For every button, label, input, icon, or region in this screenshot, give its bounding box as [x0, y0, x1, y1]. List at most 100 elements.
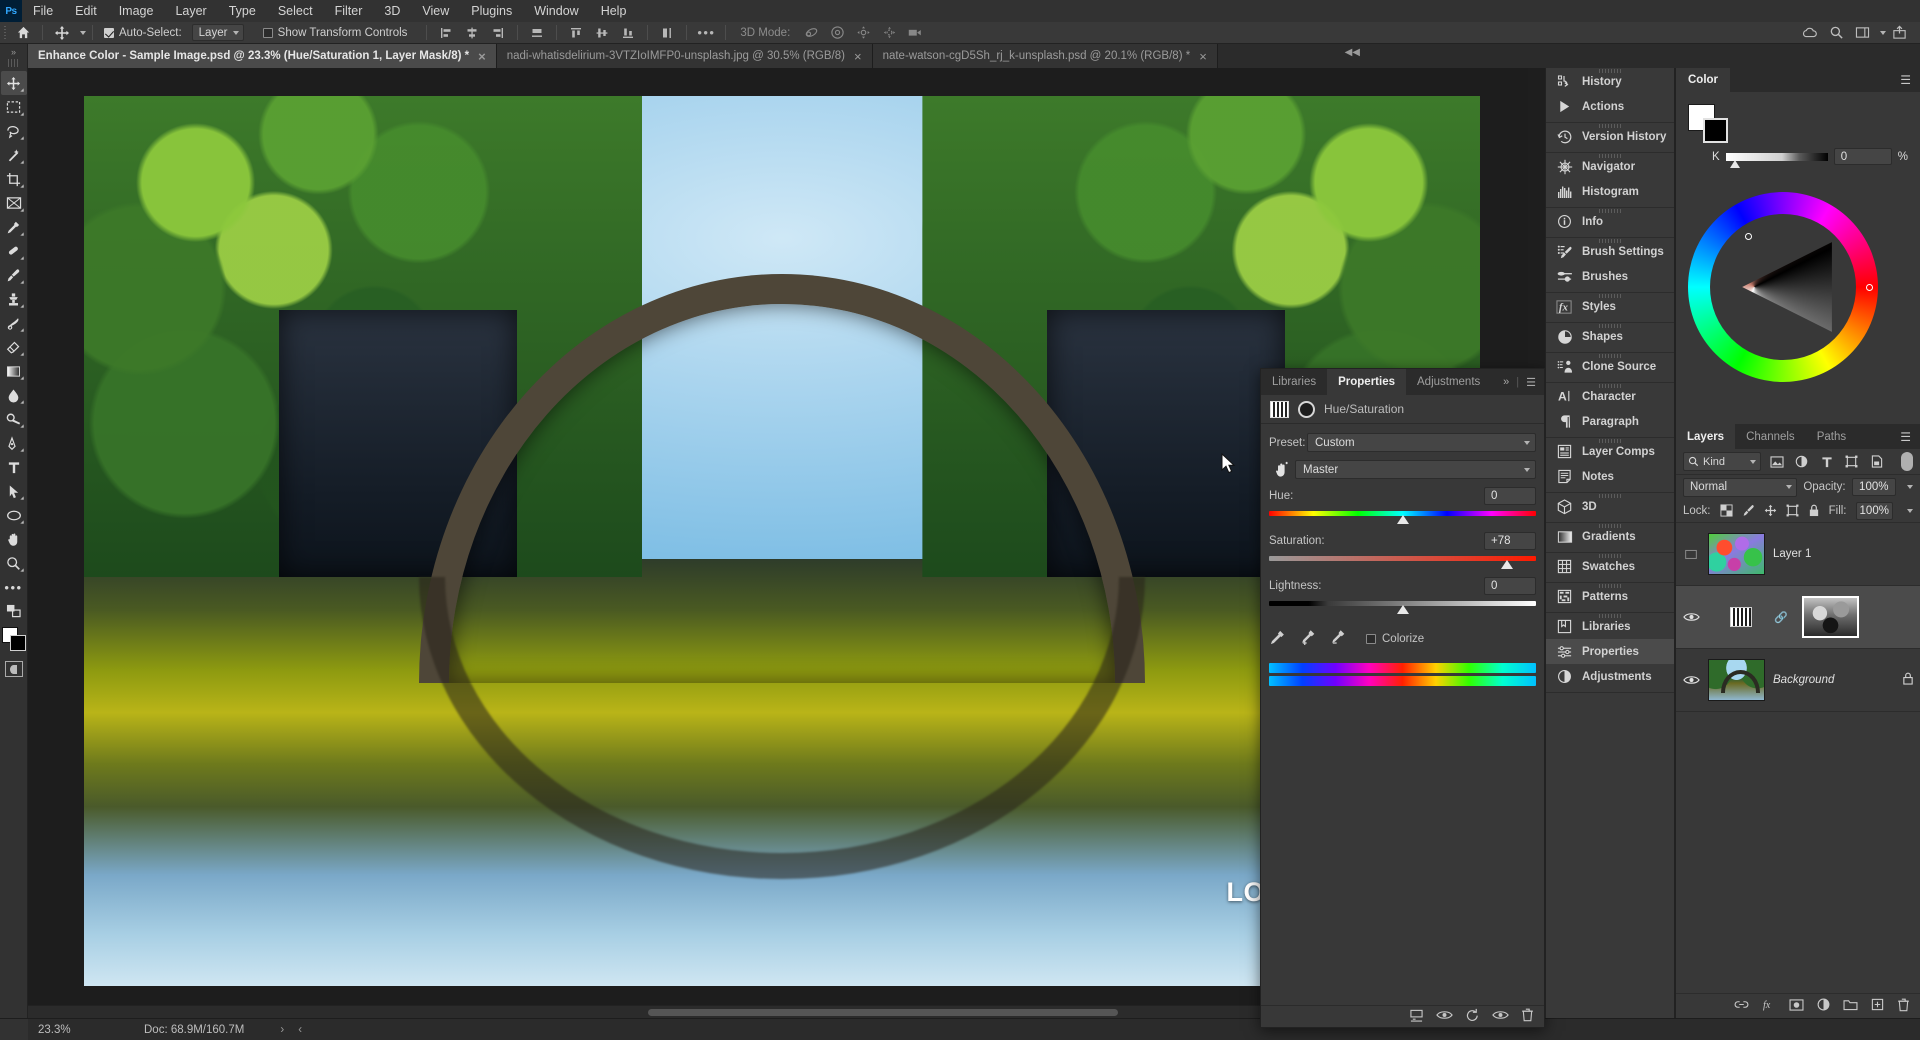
align-left-edges-icon[interactable] [433, 22, 459, 44]
menu-layer[interactable]: Layer [164, 0, 217, 22]
panel-menu-icon[interactable]: ☰ [1900, 424, 1920, 449]
align-right-edges-icon[interactable] [485, 22, 511, 44]
menu-plugins[interactable]: Plugins [460, 0, 523, 22]
saturation-slider-thumb[interactable] [1500, 560, 1513, 569]
toggle-visibility-icon[interactable] [1436, 1009, 1453, 1024]
blend-mode-dropdown[interactable]: Normal [1683, 477, 1798, 497]
align-horizontal-centers-icon[interactable] [459, 22, 485, 44]
menu-help[interactable]: Help [590, 0, 638, 22]
pan-3d-icon[interactable] [850, 22, 876, 44]
fill-value-field[interactable]: 100% [1855, 501, 1893, 520]
distribute-horizontal-icon[interactable] [524, 22, 550, 44]
slide-3d-icon[interactable] [876, 22, 902, 44]
lightness-slider-thumb[interactable] [1396, 605, 1409, 614]
adjustment-layer-thumbnail[interactable] [1730, 607, 1752, 627]
fill-chevron-down-icon[interactable] [1907, 508, 1913, 513]
crop-tool[interactable] [1, 167, 27, 191]
dock-item-navigator[interactable]: Navigator [1546, 154, 1674, 179]
hue-value-field[interactable]: 0 [1484, 487, 1536, 505]
close-icon[interactable]: × [1199, 50, 1207, 63]
opacity-chevron-down-icon[interactable] [1907, 485, 1913, 489]
align-top-edges-icon[interactable] [563, 22, 589, 44]
lightness-value-field[interactable]: 0 [1484, 577, 1536, 595]
lock-position-icon[interactable] [1764, 503, 1777, 518]
more-align-options-button[interactable]: ••• [693, 22, 719, 44]
eyedropper-tool[interactable] [1, 215, 27, 239]
spot-healing-brush-tool[interactable] [1, 239, 27, 263]
link-layers-icon[interactable]: 🔗 [1774, 611, 1788, 624]
tab-properties[interactable]: Properties [1327, 369, 1406, 395]
dock-item-adjustments[interactable]: Adjustments [1546, 664, 1674, 689]
filter-type-icon[interactable] [1817, 452, 1836, 471]
cloud-documents-icon[interactable] [1797, 22, 1823, 44]
filter-shape-icon[interactable] [1842, 452, 1861, 471]
search-icon[interactable] [1823, 22, 1849, 44]
dock-item-swatches[interactable]: Swatches [1546, 554, 1674, 579]
share-icon[interactable] [1886, 22, 1912, 44]
dock-item-notes[interactable]: Notes [1546, 464, 1674, 489]
tab-color[interactable]: Color [1676, 68, 1731, 92]
horizontal-scroll-thumb[interactable] [648, 1009, 1118, 1016]
orbit-3d-icon[interactable] [798, 22, 824, 44]
hue-slider-thumb[interactable] [1396, 515, 1409, 524]
delete-layer-icon[interactable] [1897, 998, 1910, 1015]
layer-thumbnail[interactable] [1708, 659, 1765, 701]
hue-saturation-adjustment-icon[interactable] [1270, 400, 1289, 418]
zoom-tool[interactable] [1, 551, 27, 575]
home-icon[interactable] [10, 22, 36, 44]
menu-window[interactable]: Window [523, 0, 589, 22]
rectangular-marquee-tool[interactable] [1, 95, 27, 119]
lasso-tool[interactable] [1, 119, 27, 143]
status-bar-chevron-right-icon[interactable]: › [280, 1024, 284, 1036]
k-channel-slider-thumb[interactable] [1729, 159, 1740, 168]
eraser-tool[interactable] [1, 335, 27, 359]
link-layers-icon[interactable] [1734, 999, 1749, 1013]
collapse-panels-icon[interactable]: ◀◀ [1345, 47, 1360, 58]
background-color-swatch[interactable] [1703, 118, 1728, 143]
eyedropper-icon[interactable] [1269, 629, 1286, 649]
layer-visibility-toggle[interactable] [1682, 548, 1700, 560]
color-wheel[interactable] [1688, 192, 1878, 382]
dock-item-properties[interactable]: Properties [1546, 639, 1674, 664]
dock-item-gradients[interactable]: Gradients [1546, 524, 1674, 549]
clone-stamp-tool[interactable] [1, 287, 27, 311]
lock-all-icon[interactable] [1808, 503, 1820, 518]
colorize-checkbox-box[interactable] [1366, 634, 1376, 644]
horizontal-type-tool[interactable] [1, 455, 27, 479]
panel-menu-icon[interactable]: ☰ [1526, 376, 1536, 389]
zoom-level[interactable]: 23.3% [28, 1024, 120, 1036]
toolbar-grip[interactable] [7, 59, 20, 67]
background-color-swatch[interactable] [9, 635, 26, 651]
panel-menu-icon[interactable]: ☰ [1900, 68, 1920, 92]
align-vertical-centers-icon[interactable] [589, 22, 615, 44]
frame-tool[interactable] [1, 191, 27, 215]
eyedropper-subtract-icon[interactable] [1329, 629, 1346, 649]
saturation-slider[interactable] [1269, 554, 1536, 570]
dock-item-paragraph[interactable]: Paragraph [1546, 409, 1674, 434]
brush-tool[interactable] [1, 263, 27, 287]
layer-mask-icon[interactable] [1298, 400, 1315, 418]
new-layer-icon[interactable] [1871, 998, 1884, 1014]
k-channel-value-field[interactable]: 0 [1833, 148, 1892, 165]
dock-item-history[interactable]: History [1546, 69, 1674, 94]
show-transform-checkbox-box[interactable] [262, 27, 273, 38]
hue-range-bar-output[interactable] [1269, 676, 1536, 686]
menu-file[interactable]: File [22, 0, 64, 22]
blur-tool[interactable] [1, 383, 27, 407]
color-wheel-hue-dot[interactable] [1866, 284, 1873, 291]
workspace-icon[interactable] [1849, 22, 1875, 44]
color-chips[interactable] [1, 627, 27, 653]
auto-select-scope-dropdown[interactable]: Layer [191, 24, 244, 41]
quick-mask-icon[interactable] [4, 661, 23, 677]
menu-filter[interactable]: Filter [324, 0, 374, 22]
menu-select[interactable]: Select [267, 0, 324, 22]
dock-item-styles[interactable]: fx Styles [1546, 294, 1674, 319]
expand-toolbar-icon[interactable]: » [11, 47, 16, 58]
auto-select-checkbox[interactable]: Auto-Select: [99, 27, 187, 39]
delete-icon[interactable] [1521, 1008, 1534, 1025]
menu-view[interactable]: View [411, 0, 460, 22]
dock-item-actions[interactable]: Actions [1546, 94, 1674, 119]
layer-visibility-toggle[interactable] [1682, 611, 1700, 623]
close-icon[interactable]: × [478, 50, 486, 63]
dock-item-info[interactable]: Info [1546, 209, 1674, 234]
